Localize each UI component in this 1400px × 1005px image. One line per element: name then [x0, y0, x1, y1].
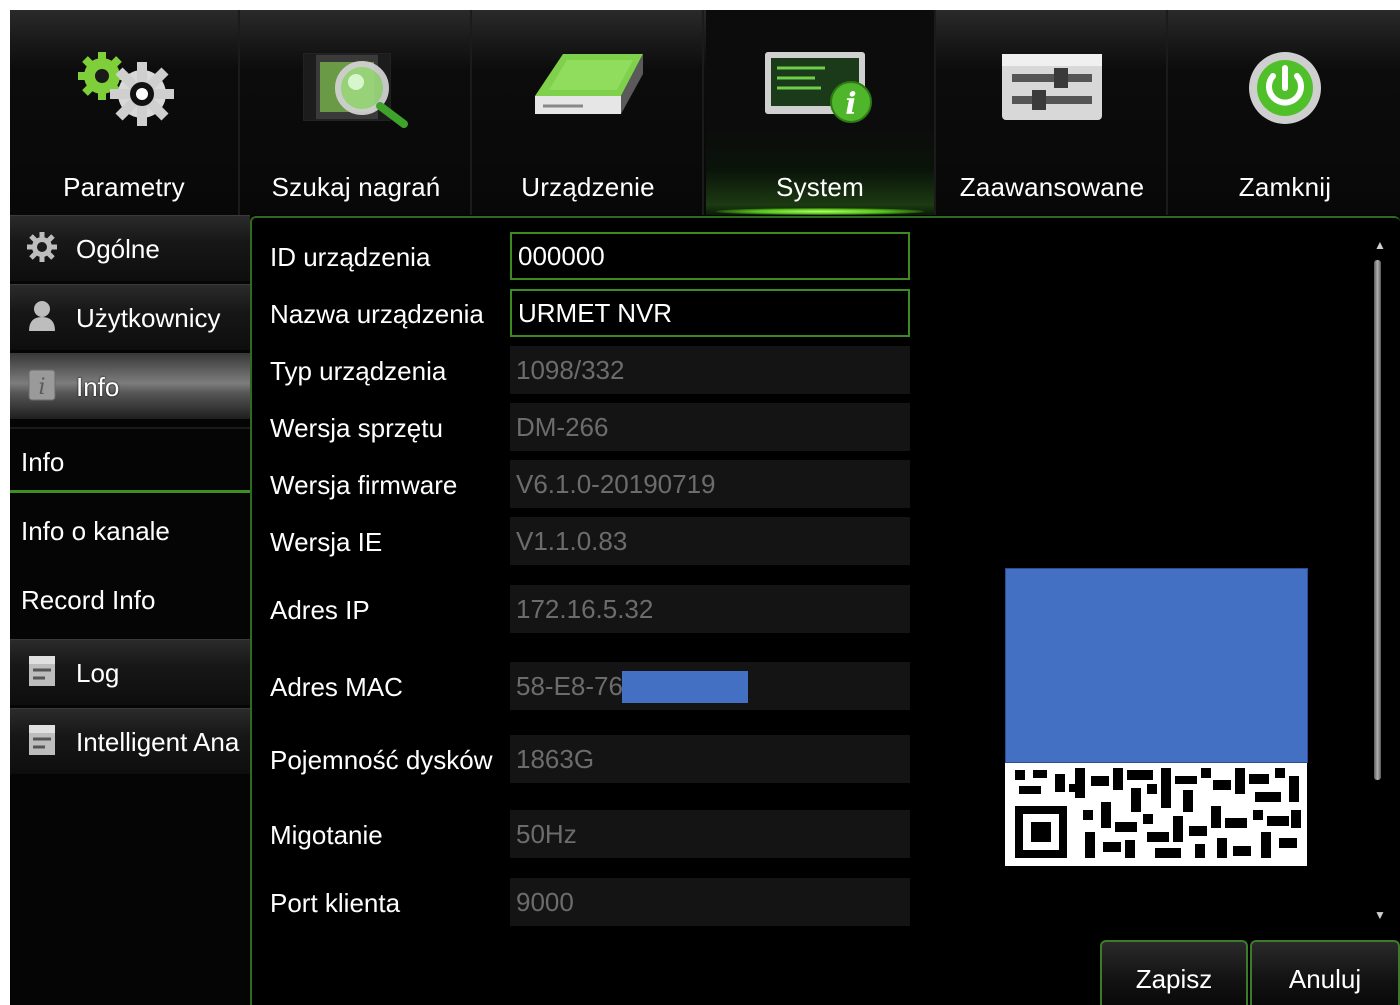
field-label: ID urządzenia	[270, 242, 431, 272]
field-label: Nazwa urządzenia	[270, 299, 484, 329]
tab-label: Zaawansowane	[959, 172, 1145, 202]
system-info-icon: i	[755, 48, 885, 133]
scroll-down-arrow-icon[interactable]: ▼	[1374, 908, 1386, 922]
tab-label: Parametry	[63, 172, 185, 202]
log-icon	[25, 654, 59, 688]
sidebar-item-label: Log	[76, 658, 120, 688]
field-label: Port klienta	[270, 888, 401, 918]
sidebar-item-label: Użytkownicy	[76, 303, 221, 333]
user-icon	[25, 299, 59, 333]
scrollbar-thumb[interactable]	[1374, 260, 1381, 780]
client-port-value: 9000	[510, 878, 910, 926]
subitem-label: Info	[21, 447, 65, 477]
field-label: Pojemność dysków	[270, 745, 493, 775]
gears-icon	[64, 48, 184, 133]
sidebar-item-log[interactable]: Log	[10, 639, 250, 705]
active-tab-indicator	[716, 208, 924, 215]
sidebar-item-uzytkownicy[interactable]: Użytkownicy	[10, 284, 250, 350]
cancel-button[interactable]: Anuluj	[1250, 940, 1400, 1005]
device-type-value: 1098/332	[510, 346, 910, 394]
subitem-record-info[interactable]: Record Info	[10, 565, 250, 631]
mac-address-field: 58-E8-76	[510, 662, 910, 710]
hardware-version-value: DM-266	[510, 403, 910, 451]
gear-icon	[25, 230, 59, 264]
sidebar: Ogólne Użytkownicy i Info Info Info o ka…	[10, 215, 250, 1005]
subitem-label: Info o kanale	[21, 516, 170, 546]
field-label: Adres IP	[270, 595, 370, 625]
field-label: Wersja sprzętu	[270, 413, 443, 443]
tab-label: System	[776, 172, 864, 202]
sidebar-item-label: Ogólne	[76, 234, 160, 264]
field-label: Adres MAC	[270, 672, 403, 702]
tab-szukaj-nagran[interactable]: Szukaj nagrań	[242, 10, 472, 215]
tab-label: Urządzenie	[521, 172, 655, 202]
flicker-value: 50Hz	[510, 810, 910, 858]
device-name-input[interactable]: URMET NVR	[510, 289, 910, 337]
subitem-info-o-kanale[interactable]: Info o kanale	[10, 496, 250, 562]
sidebar-item-info[interactable]: i Info	[10, 353, 250, 419]
film-search-icon	[296, 48, 416, 133]
subitem-label: Record Info	[21, 585, 156, 615]
tab-urzadzenie[interactable]: Urządzenie	[474, 10, 704, 215]
mac-redaction-box	[622, 671, 748, 703]
info-icon: i	[25, 368, 59, 402]
svg-text:i: i	[38, 375, 45, 400]
tab-label: Zamknij	[1238, 172, 1332, 202]
subitem-info[interactable]: Info	[10, 427, 250, 493]
svg-text:i: i	[845, 87, 856, 122]
analytics-icon	[25, 723, 59, 757]
qr-redaction-box	[1005, 568, 1308, 763]
tab-parametry[interactable]: Parametry	[10, 10, 240, 215]
tab-label: Szukaj nagrań	[271, 172, 441, 202]
device-id-input[interactable]: 000000	[510, 232, 910, 280]
ip-address-value: 172.16.5.32	[510, 585, 910, 633]
field-label: Wersja firmware	[270, 470, 458, 500]
mac-address-value: 58-E8-76	[516, 671, 623, 701]
field-label: Wersja IE	[270, 527, 383, 557]
firmware-version-value: V6.1.0-20190719	[510, 460, 910, 508]
sidebar-item-label: Intelligent Ana	[76, 727, 240, 757]
save-button[interactable]: Zapisz	[1100, 940, 1248, 1005]
sidebar-item-intelligent-analysis[interactable]: Intelligent Ana	[10, 708, 250, 774]
top-navigation: Parametry Szukaj nagrań Urządzenie i Sys…	[10, 10, 1400, 215]
tab-zaawansowane[interactable]: Zaawansowane	[938, 10, 1168, 215]
sidebar-item-ogolne[interactable]: Ogólne	[10, 215, 250, 281]
power-icon	[1235, 48, 1335, 133]
tab-system[interactable]: i System	[706, 10, 936, 215]
nvr-app-window: Parametry Szukaj nagrań Urządzenie i Sys…	[10, 10, 1400, 1005]
ie-version-value: V1.1.0.83	[510, 517, 910, 565]
tab-zamknij[interactable]: Zamknij	[1170, 10, 1400, 215]
sidebar-item-label: Info	[76, 372, 120, 402]
disk-capacity-value: 1863G	[510, 735, 910, 783]
scroll-up-arrow-icon[interactable]: ▲	[1374, 238, 1386, 252]
field-label: Migotanie	[270, 820, 383, 850]
hard-drive-icon	[523, 48, 653, 133]
sliders-icon	[992, 48, 1112, 133]
field-label: Typ urządzenia	[270, 356, 447, 386]
